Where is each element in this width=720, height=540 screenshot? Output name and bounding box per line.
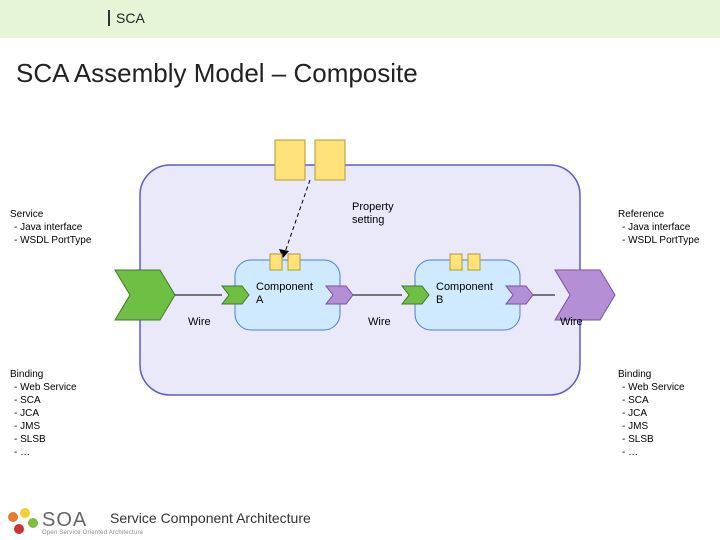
- list-item: Web Service: [14, 381, 77, 394]
- component-b-property: [450, 254, 462, 270]
- binding-left-heading: Binding: [10, 368, 77, 381]
- footer-text: Service Component Architecture: [110, 510, 311, 526]
- list-item: JMS: [622, 420, 685, 433]
- component-b-property: [468, 254, 480, 270]
- list-item: Web Service: [622, 381, 685, 394]
- diagram-canvas: Propertysetting ComponentA ComponentB: [0, 110, 720, 470]
- list-item: SCA: [622, 394, 685, 407]
- binding-right-items: Web ServiceSCAJCAJMSSLSB…: [618, 381, 685, 459]
- list-item: …: [622, 446, 685, 459]
- composite-diagram-svg: Propertysetting ComponentA ComponentB: [0, 110, 720, 470]
- reference-items: Java interfaceWSDL PortType: [618, 221, 699, 247]
- binding-left-note: Binding Web ServiceSCAJCAJMSSLSB…: [10, 368, 77, 459]
- wire-label: Wire: [188, 316, 211, 328]
- list-item: SLSB: [622, 433, 685, 446]
- list-item: Java interface: [622, 221, 699, 234]
- binding-right-heading: Binding: [618, 368, 685, 381]
- composite-property-block: [275, 140, 305, 180]
- slide: SCA SCA Assembly Model – Composite Prope…: [0, 0, 720, 540]
- logo-icon: [6, 508, 38, 536]
- list-item: JCA: [622, 407, 685, 420]
- service-items: Java interfaceWSDL PortType: [10, 221, 91, 247]
- list-item: SCA: [14, 394, 77, 407]
- footer: SOA Open Service Oriented Architecture S…: [0, 494, 720, 540]
- list-item: Java interface: [14, 221, 91, 234]
- logo-subtext: Open Service Oriented Architecture: [42, 530, 143, 536]
- wire-label: Wire: [368, 316, 391, 328]
- binding-right-note: Binding Web ServiceSCAJCAJMSSLSB…: [618, 368, 685, 459]
- page-title: SCA Assembly Model – Composite: [16, 58, 418, 89]
- service-note: Service Java interfaceWSDL PortType: [10, 208, 91, 247]
- header-label: SCA: [108, 10, 145, 26]
- list-item: JCA: [14, 407, 77, 420]
- list-item: …: [14, 446, 77, 459]
- component-a-property: [270, 254, 282, 270]
- reference-note: Reference Java interfaceWSDL PortType: [618, 208, 699, 247]
- component-a-property: [288, 254, 300, 270]
- list-item: WSDL PortType: [14, 234, 91, 247]
- composite-property-block: [315, 140, 345, 180]
- list-item: JMS: [14, 420, 77, 433]
- reference-heading: Reference: [618, 208, 699, 221]
- list-item: WSDL PortType: [622, 234, 699, 247]
- binding-left-items: Web ServiceSCAJCAJMSSLSB…: [10, 381, 77, 459]
- service-heading: Service: [10, 208, 91, 221]
- list-item: SLSB: [14, 433, 77, 446]
- wire-label: Wire: [560, 316, 583, 328]
